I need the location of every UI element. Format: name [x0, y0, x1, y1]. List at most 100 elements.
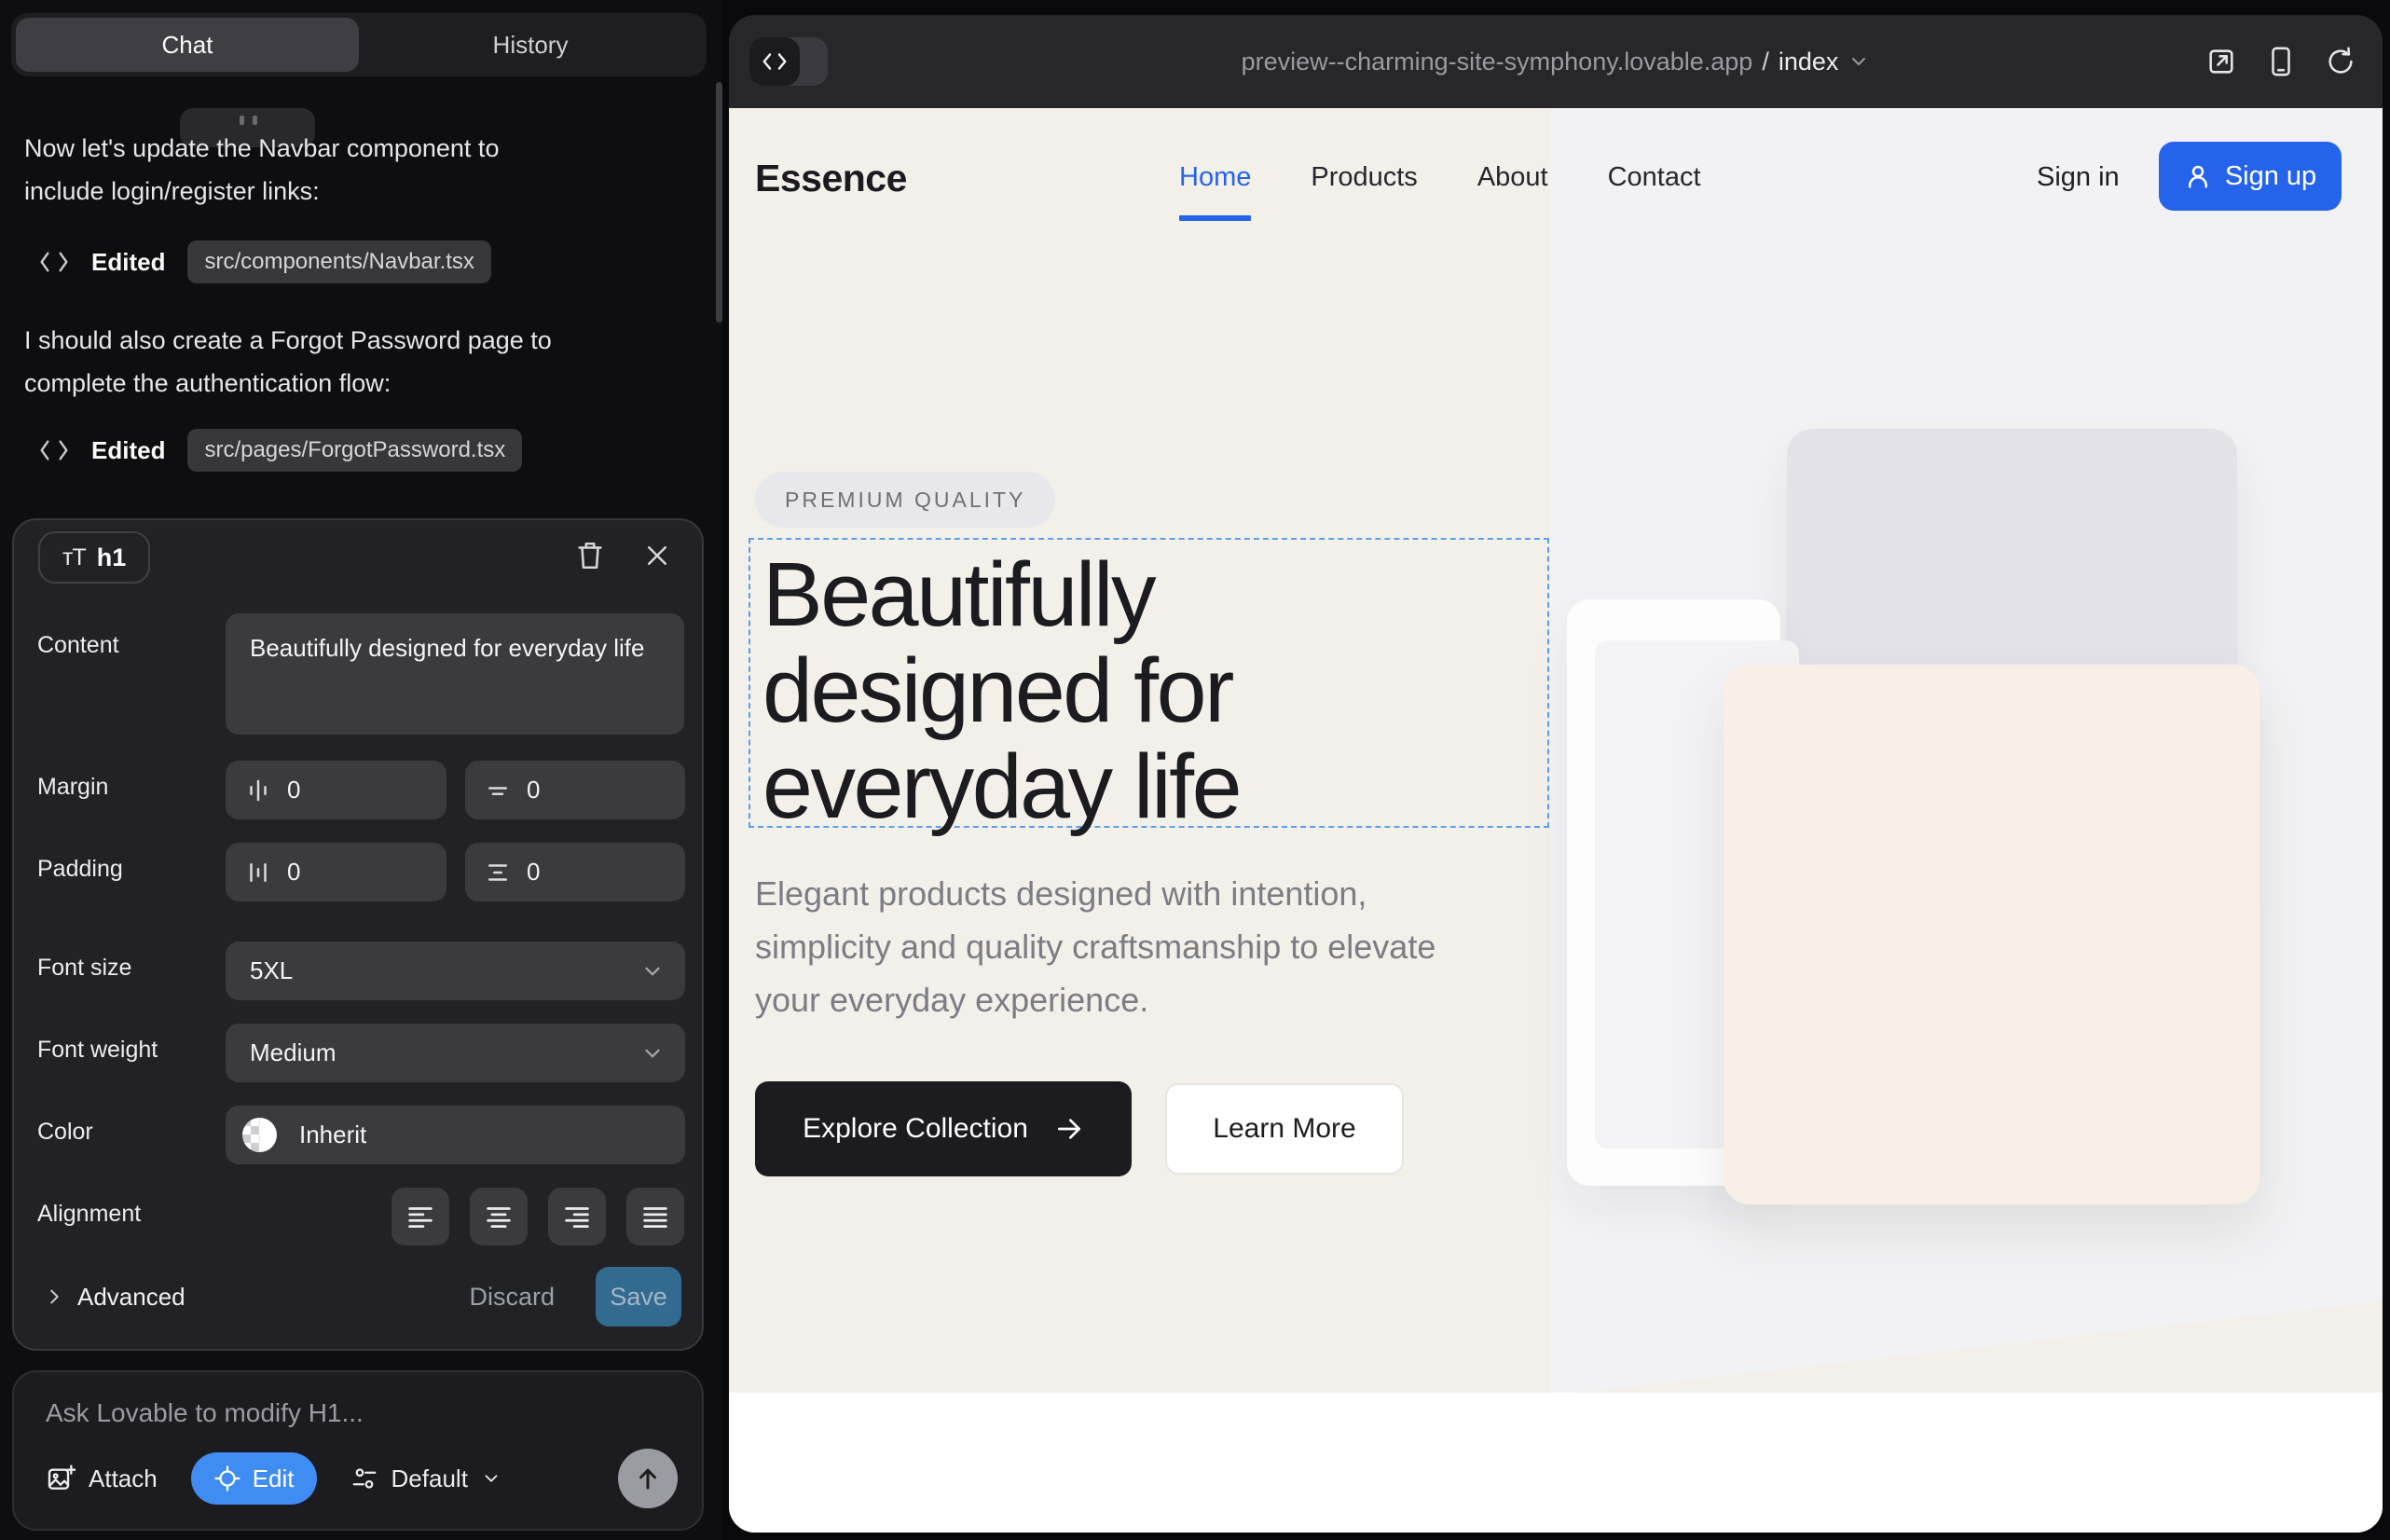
align-center-button[interactable]: [470, 1188, 528, 1245]
align-left-button[interactable]: [391, 1188, 449, 1245]
padding-y-value: 0: [527, 858, 540, 887]
nav-link-home[interactable]: Home: [1179, 162, 1251, 193]
nav-link-contact[interactable]: Contact: [1608, 162, 1701, 193]
user-icon: [2184, 162, 2212, 190]
save-button[interactable]: Save: [596, 1267, 681, 1327]
align-justify-button[interactable]: [626, 1188, 684, 1245]
code-icon: [39, 438, 69, 462]
margin-vertical-icon: [484, 777, 512, 804]
arrow-up-icon: [634, 1464, 662, 1492]
url-domain: preview--charming-site-symphony.lovable.…: [1242, 48, 1753, 76]
site-logo[interactable]: Essence: [755, 157, 907, 200]
explore-collection-button[interactable]: Explore Collection: [755, 1081, 1132, 1176]
padding-vertical-icon: [484, 859, 512, 887]
sliders-icon: [350, 1464, 378, 1492]
site-viewport: Essence Home Products About Contact Sign…: [729, 108, 2383, 1533]
model-selector-label: Default: [391, 1464, 468, 1493]
edited-file-row: Edited src/components/Navbar.tsx: [39, 241, 491, 283]
margin-label: Margin: [37, 774, 108, 801]
lovable-side-panel: Chat History Now let's update the Navbar…: [0, 0, 722, 1540]
font-size-select[interactable]: 5XL: [226, 942, 685, 1000]
explore-collection-label: Explore Collection: [803, 1113, 1028, 1145]
chat-composer: Ask Lovable to modify H1... Attach Edit …: [12, 1370, 704, 1531]
tab-chat[interactable]: Chat: [16, 18, 359, 72]
typography-icon: тT: [62, 544, 86, 571]
element-tag-badge: тT h1: [38, 531, 150, 584]
chat-scrollbar-thumb[interactable]: [716, 82, 722, 323]
edited-file-chip[interactable]: src/pages/ForgotPassword.tsx: [187, 429, 522, 472]
font-weight-select[interactable]: Medium: [226, 1024, 685, 1082]
model-selector[interactable]: Default: [350, 1464, 501, 1493]
delete-element-button[interactable]: [573, 539, 607, 572]
padding-x-input[interactable]: 0: [226, 843, 446, 901]
advanced-label: Advanced: [77, 1283, 185, 1312]
alignment-label: Alignment: [37, 1201, 141, 1228]
padding-y-input[interactable]: 0: [465, 843, 685, 901]
font-size-label: Font size: [37, 955, 131, 982]
font-weight-value: Medium: [250, 1038, 336, 1067]
url-bar[interactable]: preview--charming-site-symphony.lovable.…: [729, 15, 2383, 108]
composer-input[interactable]: Ask Lovable to modify H1...: [46, 1398, 364, 1428]
browser-actions: [2205, 15, 2356, 108]
close-editor-button[interactable]: [640, 539, 674, 572]
chat-message: I should also create a Forgot Password p…: [24, 319, 552, 405]
refresh-icon[interactable]: [2325, 46, 2356, 77]
mobile-view-icon[interactable]: [2267, 46, 2295, 77]
edited-file-row: Edited src/pages/ForgotPassword.tsx: [39, 429, 522, 472]
sign-in-link[interactable]: Sign in: [2037, 162, 2120, 193]
margin-y-input[interactable]: 0: [465, 761, 685, 819]
chevron-down-icon: [481, 1468, 501, 1489]
chat-history-tabs: Chat History: [11, 13, 707, 76]
premium-quality-badge: PREMIUM QUALITY: [755, 472, 1055, 528]
font-weight-label: Font weight: [37, 1037, 158, 1064]
content-textarea[interactable]: Beautifully designed for everyday life: [226, 613, 684, 735]
advanced-toggle[interactable]: Advanced: [44, 1283, 185, 1312]
arrow-right-icon: [1054, 1114, 1084, 1144]
discard-button[interactable]: Discard: [469, 1283, 555, 1312]
padding-label: Padding: [37, 856, 123, 883]
hero-cta-row: Explore Collection Learn More: [755, 1081, 1404, 1176]
margin-x-value: 0: [287, 776, 300, 804]
color-label: Color: [37, 1119, 93, 1146]
chat-message-line: complete the authentication flow:: [24, 362, 552, 405]
sign-up-button[interactable]: Sign up: [2159, 142, 2342, 211]
margin-x-input[interactable]: 0: [226, 761, 446, 819]
send-button[interactable]: [618, 1449, 678, 1508]
nav-link-products[interactable]: Products: [1311, 162, 1417, 193]
chat-message-line: I should also create a Forgot Password p…: [24, 319, 552, 362]
edited-label: Edited: [91, 436, 165, 465]
padding-horizontal-icon: [244, 859, 272, 887]
font-size-value: 5XL: [250, 956, 293, 985]
margin-y-value: 0: [527, 776, 540, 804]
color-swatch-icon: [242, 1118, 277, 1152]
code-icon: [39, 250, 69, 274]
learn-more-button[interactable]: Learn More: [1165, 1083, 1404, 1175]
chat-message: Now let's update the Navbar component to…: [24, 127, 499, 213]
color-value: Inherit: [299, 1121, 366, 1149]
color-picker-field[interactable]: Inherit: [226, 1106, 685, 1164]
open-external-icon[interactable]: [2205, 46, 2237, 77]
margin-horizontal-icon: [244, 777, 272, 804]
chat-message-line: Now let's update the Navbar component to: [24, 127, 499, 170]
tab-history[interactable]: History: [359, 18, 702, 72]
target-icon: [213, 1464, 241, 1492]
align-right-button[interactable]: [548, 1188, 606, 1245]
hero-heading-line: designed for: [762, 642, 1240, 738]
sign-up-label: Sign up: [2225, 161, 2316, 192]
padding-x-value: 0: [287, 858, 300, 887]
edit-mode-label: Edit: [253, 1464, 295, 1493]
edit-mode-button[interactable]: Edit: [191, 1452, 317, 1505]
attach-button[interactable]: Attach: [46, 1464, 158, 1493]
element-editor-panel: тT h1 Content Beautifully designed for e…: [12, 518, 704, 1351]
chevron-down-icon: [640, 959, 665, 983]
hero-heading-line: Beautifully: [762, 546, 1240, 642]
section-below-hero: [729, 1393, 2383, 1533]
site-nav: Home Products About Contact: [1179, 162, 1701, 193]
preview-browser-frame: preview--charming-site-symphony.lovable.…: [729, 15, 2383, 1533]
url-path: index: [1779, 48, 1839, 76]
nav-link-about[interactable]: About: [1477, 162, 1548, 193]
chat-message-line: include login/register links:: [24, 170, 499, 213]
hero-heading[interactable]: Beautifully designed for everyday life: [762, 546, 1240, 834]
edited-file-chip[interactable]: src/components/Navbar.tsx: [187, 241, 490, 283]
url-separator: /: [1762, 48, 1769, 76]
